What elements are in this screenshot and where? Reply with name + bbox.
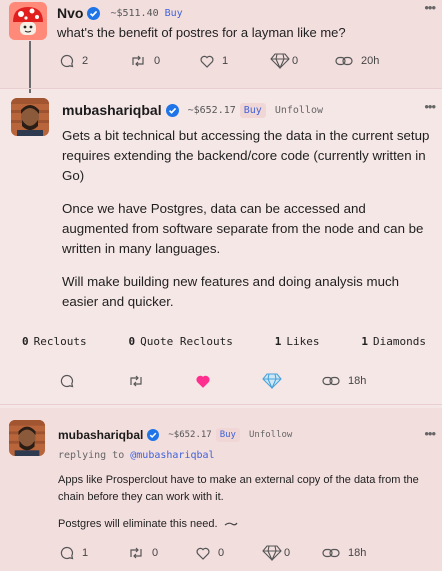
avatar-mubashariqbal[interactable] [11,98,49,136]
reclout-count: 0 [152,547,159,559]
buy-button[interactable]: Buy [165,8,183,19]
verified-icon [165,103,179,117]
divider [0,404,442,405]
comment-count: 1 [82,547,89,559]
reply-paragraph-1: Apps like Prosperclout have to make an e… [58,474,419,503]
avatar-nvo[interactable] [9,2,47,40]
diamonds-stat[interactable]: 1 Diamonds [361,335,426,348]
reply-post-header: mubashariqbal ~$652.17 Buy Unfollow [58,428,292,442]
diamond-button[interactable]: 0 [262,545,322,561]
unfollow-button[interactable]: Unfollow [275,105,323,116]
diamond-count: 0 [284,547,291,559]
comment-icon [60,546,74,560]
username[interactable]: mubashariqbal [62,102,162,118]
like-button[interactable]: 0 [196,547,262,560]
link-icon [335,56,353,66]
reclout-button[interactable]: 0 [130,54,200,68]
comment-button[interactable]: 2 [60,54,130,68]
avatar-mubashariqbal[interactable] [9,420,45,456]
like-count: 1 [222,55,229,67]
username[interactable]: Nvo [57,5,83,21]
comment-icon [60,374,74,388]
reclout-icon [130,547,142,559]
like-button[interactable] [196,375,262,388]
reclout-button[interactable]: 0 [128,546,196,560]
diamond-icon [262,545,282,561]
diamond-button[interactable]: 0 [270,53,335,69]
mention-link[interactable]: @mubashariqbal [130,450,214,461]
buy-button[interactable]: Buy [239,102,266,118]
likes-stat[interactable]: 1 Likes [275,335,320,348]
heart-icon [196,547,210,560]
diamond-count: 0 [292,55,299,67]
reclout-count: 0 [154,55,161,67]
like-count: 0 [218,547,225,559]
divider [0,88,442,89]
share-link-button[interactable]: 20h [335,55,379,67]
buy-button[interactable]: Buy [215,428,240,442]
heart-icon [200,55,214,68]
link-icon [322,376,340,386]
thread-line [29,41,31,93]
reply-paragraph-2: Postgres will eliminate this need. [58,516,428,533]
diamond-button[interactable] [262,373,322,389]
post-paragraph-1: Gets a bit technical but accessing the d… [62,128,430,183]
replying-to: replying to @mubashariqbal [58,450,215,461]
creator-coin-price: ~$652.17 [168,430,212,440]
reclout-button[interactable] [128,374,196,388]
reclout-icon [130,375,142,387]
reclout-icon [132,55,144,67]
reply-post-actions: 1 0 0 0 18h [60,545,366,561]
diamond-icon [262,373,282,389]
comment-count: 2 [82,55,89,67]
more-icon[interactable]: ••• [424,99,436,114]
top-post-actions: 2 0 1 0 20h [60,53,379,69]
link-icon [322,548,340,558]
more-icon[interactable]: ••• [424,426,436,441]
heart-icon [196,375,210,388]
comment-icon [60,54,74,68]
username[interactable]: mubashariqbal [58,428,143,442]
post-text: what's the benefit of postres for a laym… [57,25,346,40]
timestamp: 18h [348,547,367,559]
comment-button[interactable] [60,374,128,388]
main-post-header: mubashariqbal ~$652.17 Buy Unfollow [62,102,323,118]
comment-button[interactable]: 1 [60,546,128,560]
unfollow-button[interactable]: Unfollow [249,430,292,440]
post-paragraph-3: Will make building new features and doin… [62,274,400,309]
timestamp: 18h [348,375,367,387]
post-stats: 0 Reclouts 0 Quote Reclouts 1 Likes 1 Diamon… [22,335,426,348]
post-paragraph-2: Once we have Postgres, data can be acces… [62,201,424,256]
main-post-actions: 18h [60,373,366,389]
creator-coin-price: ~$652.17 [187,104,236,116]
like-button[interactable]: 1 [200,55,270,68]
verified-icon [87,6,101,20]
diamond-icon [270,53,290,69]
share-link-button[interactable]: 18h [322,375,366,387]
reclouts-stat[interactable]: 0 Reclouts [22,335,87,348]
share-link-button[interactable]: 18h [322,547,366,559]
more-icon[interactable]: ••• [424,0,436,15]
quote-reclouts-stat[interactable]: 0 Quote Reclouts [129,335,233,348]
handwave-emoji-icon [224,522,238,526]
verified-icon [147,429,160,441]
timestamp: 20h [361,55,380,67]
top-post-header: Nvo ~$511.40 Buy [57,5,183,21]
creator-coin-price: ~$511.40 [110,7,159,19]
